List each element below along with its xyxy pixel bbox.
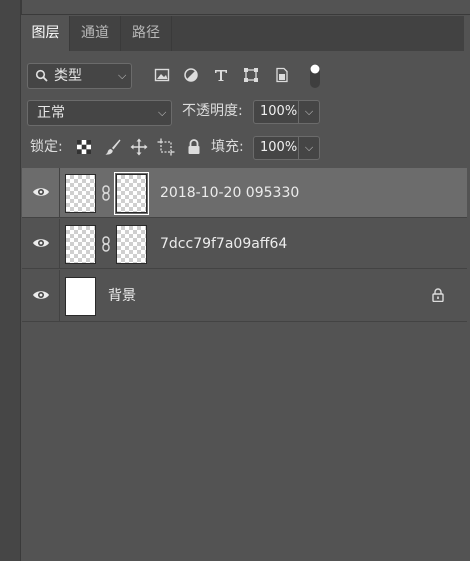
layer-mask-thumbnail[interactable] <box>116 225 147 264</box>
eye-icon <box>33 291 49 299</box>
layer-row[interactable]: 7dcc79f7a09aff64 <box>22 219 467 269</box>
layers-panel: 图层 通道 路径 类型 ⌵ 正常 ⌵ 不透明度: 100% ⌵ 锁定: 填充: … <box>22 16 470 561</box>
lock-position-icon[interactable] <box>130 138 148 156</box>
eye-icon <box>33 188 49 196</box>
panel-tab-bar: 图层 通道 路径 <box>22 16 470 51</box>
layer-name[interactable]: 2018-10-20 095330 <box>160 168 299 218</box>
layer-thumbnail[interactable] <box>65 225 96 264</box>
left-panel-strip <box>0 0 21 561</box>
filter-toggle-icon[interactable] <box>309 63 321 89</box>
visibility-toggle[interactable] <box>22 168 60 217</box>
blend-mode-label: 正常 <box>37 105 65 121</box>
tab-channels[interactable]: 通道 <box>70 16 120 51</box>
layer-row[interactable]: 2018-10-20 095330 <box>22 168 467 218</box>
lock-artboard-icon[interactable] <box>157 138 175 156</box>
tab-layers[interactable]: 图层 <box>22 16 69 51</box>
layer-thumbnail[interactable] <box>65 277 96 316</box>
panel-divider <box>20 0 22 14</box>
chevron-down-icon: ⌵ <box>118 69 127 82</box>
layer-mask-thumbnail[interactable] <box>114 172 149 215</box>
layer-row[interactable]: 背景 <box>22 270 467 322</box>
filter-kind-label: 类型 <box>54 68 82 84</box>
chevron-down-icon[interactable]: ⌵ <box>298 101 319 123</box>
layer-thumbnail[interactable] <box>65 174 96 213</box>
top-panel-edge <box>21 0 470 15</box>
chevron-down-icon: ⌵ <box>158 106 167 119</box>
layer-name[interactable]: 背景 <box>108 270 136 322</box>
visibility-toggle[interactable] <box>22 270 60 321</box>
tab-separator <box>171 16 172 51</box>
lock-icon[interactable] <box>432 288 444 302</box>
filter-kind-dropdown[interactable]: 类型 ⌵ <box>27 63 132 89</box>
opacity-value: 100% <box>260 104 298 119</box>
type-filter-icon[interactable] <box>213 67 229 83</box>
visibility-toggle[interactable] <box>22 219 60 268</box>
tab-paths[interactable]: 路径 <box>121 16 171 51</box>
lock-image-pixels-icon[interactable] <box>104 138 122 156</box>
fill-field[interactable]: 100% ⌵ <box>253 136 320 160</box>
adjustment-filter-icon[interactable] <box>183 67 199 83</box>
eye-icon <box>33 239 49 247</box>
fill-value: 100% <box>260 140 298 155</box>
lock-all-icon[interactable] <box>185 138 203 156</box>
blend-mode-dropdown[interactable]: 正常 ⌵ <box>27 100 172 126</box>
opacity-field[interactable]: 100% ⌵ <box>253 100 320 124</box>
opacity-label: 不透明度: <box>182 103 243 119</box>
lock-label: 锁定: <box>30 139 63 155</box>
image-filter-icon[interactable] <box>154 67 170 83</box>
link-icon[interactable] <box>101 185 111 201</box>
link-icon[interactable] <box>101 236 111 252</box>
lock-transparent-pixels-icon[interactable] <box>75 138 93 156</box>
layer-name[interactable]: 7dcc79f7a09aff64 <box>160 219 287 269</box>
shape-filter-icon[interactable] <box>243 67 259 83</box>
smart-object-filter-icon[interactable] <box>274 67 290 83</box>
fill-label: 填充: <box>211 139 244 155</box>
chevron-down-icon[interactable]: ⌵ <box>298 137 319 159</box>
search-icon <box>35 69 48 82</box>
panel-edge <box>464 16 470 51</box>
